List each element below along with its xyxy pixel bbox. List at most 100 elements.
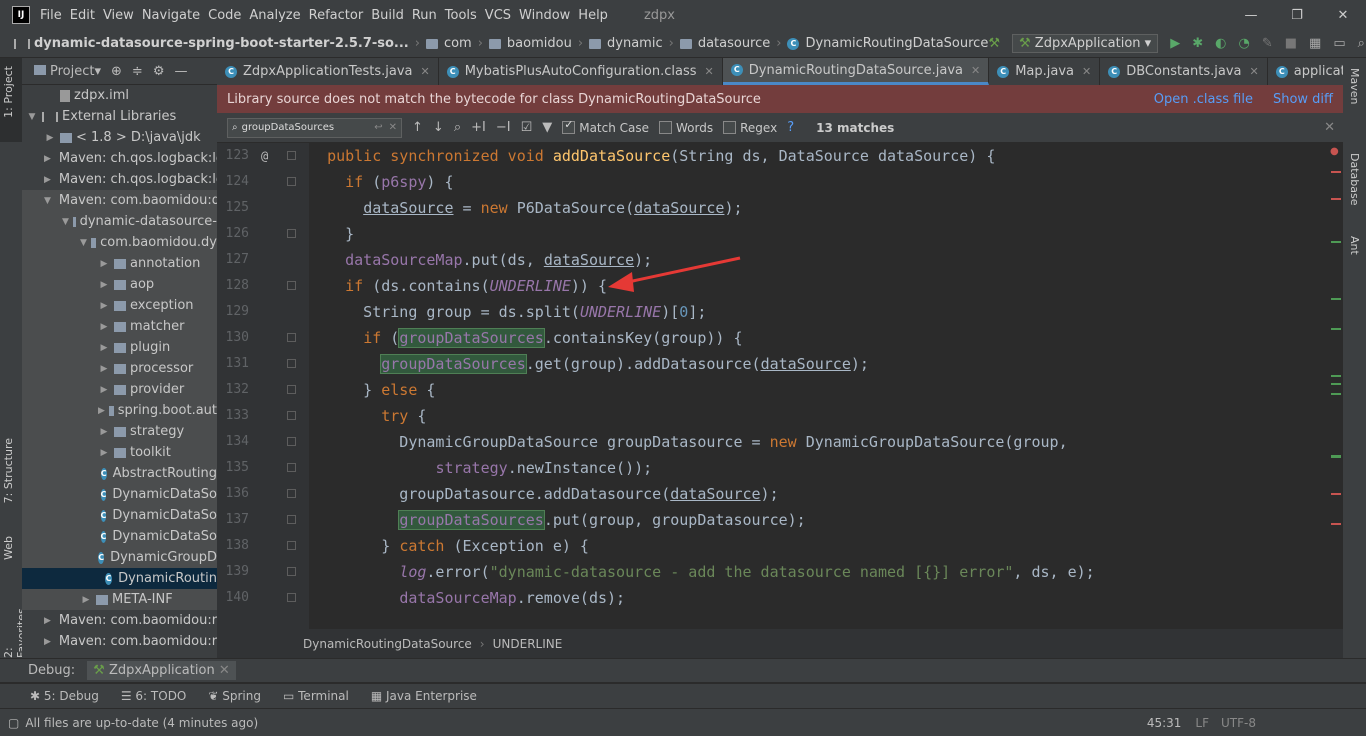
- line-number[interactable]: 136: [217, 481, 309, 507]
- collapsed-arrow-icon[interactable]: ▶: [44, 637, 51, 647]
- restore-icon[interactable]: ❐: [1274, 8, 1320, 23]
- close-session-icon[interactable]: ✕: [219, 663, 230, 678]
- editor-tab[interactable]: C DBConstants.java ✕: [1100, 58, 1268, 85]
- toolwin-spring[interactable]: ❦ Spring: [208, 689, 261, 703]
- breadcrumb-datasource[interactable]: datasource: [698, 36, 770, 51]
- expanded-arrow-icon[interactable]: ▼: [26, 112, 38, 122]
- file-encoding[interactable]: UTF-8: [1221, 716, 1256, 730]
- line-number[interactable]: 125: [217, 195, 309, 221]
- previous-occurrence-icon[interactable]: ↑: [412, 120, 423, 135]
- tree-item[interactable]: ▼ External Libraries: [22, 106, 217, 127]
- menu-file[interactable]: File: [40, 8, 70, 23]
- editor-crumb-class[interactable]: DynamicRoutingDataSource: [303, 637, 472, 651]
- line-number[interactable]: 135: [217, 455, 309, 481]
- fold-marker-icon[interactable]: [287, 177, 296, 186]
- presentation-icon[interactable]: ▭: [1333, 36, 1345, 51]
- editor-tab[interactable]: C Map.java ✕: [989, 58, 1101, 85]
- fold-marker-icon[interactable]: [287, 359, 296, 368]
- fold-marker-icon[interactable]: [287, 437, 296, 446]
- tab-maven[interactable]: Maven: [1348, 68, 1361, 104]
- add-selection-icon[interactable]: +Ⅰ: [471, 120, 486, 135]
- menu-tools[interactable]: Tools: [445, 8, 485, 23]
- tree-item[interactable]: ▶ spring.boot.aut: [22, 400, 217, 421]
- editor-tab[interactable]: Capplication.yml✕: [1268, 58, 1343, 85]
- expanded-arrow-icon[interactable]: ▼: [44, 196, 51, 206]
- close-icon[interactable]: ✕: [1320, 8, 1366, 23]
- tree-item[interactable]: C DynamicDataSo: [22, 526, 217, 547]
- collapsed-arrow-icon[interactable]: ▶: [44, 133, 56, 143]
- close-tab-icon[interactable]: ✕: [1082, 65, 1091, 78]
- menu-code[interactable]: Code: [208, 8, 249, 23]
- breadcrumb-dynamic[interactable]: dynamic: [607, 36, 663, 51]
- profile-icon[interactable]: ◔: [1238, 36, 1249, 51]
- locate-icon[interactable]: ⊕: [111, 64, 122, 79]
- regex-help-icon[interactable]: ?: [787, 120, 794, 135]
- breadcrumb-class[interactable]: DynamicRoutingDataSource: [805, 36, 988, 51]
- line-number[interactable]: 127: [217, 247, 309, 273]
- fold-marker-icon[interactable]: [287, 567, 296, 576]
- tree-item[interactable]: ▶ Maven: ch.qos.logback:lo: [22, 148, 217, 169]
- history-icon[interactable]: ↩: [374, 122, 382, 133]
- run-config-select[interactable]: ⚒ ZdpxApplication ▾: [1012, 34, 1159, 53]
- line-number[interactable]: 138: [217, 533, 309, 559]
- select-all-icon[interactable]: ☑: [521, 120, 533, 135]
- words-checkbox[interactable]: Words: [659, 121, 713, 135]
- menu-window[interactable]: Window: [519, 8, 578, 23]
- search-everywhere-icon[interactable]: ⌕: [1358, 36, 1365, 51]
- tree-item[interactable]: ▶ matcher: [22, 316, 217, 337]
- line-number[interactable]: 131: [217, 351, 309, 377]
- filter-icon[interactable]: ▼: [542, 120, 552, 135]
- tree-item[interactable]: C AbstractRouting: [22, 463, 217, 484]
- tree-item[interactable]: C DynamicRoutin: [22, 568, 217, 589]
- line-number[interactable]: 140: [217, 585, 309, 611]
- line-number[interactable]: 132: [217, 377, 309, 403]
- collapsed-arrow-icon[interactable]: ▶: [98, 427, 110, 437]
- clear-icon[interactable]: ✕: [389, 122, 397, 133]
- fold-marker-icon[interactable]: [287, 411, 296, 420]
- menu-refactor[interactable]: Refactor: [309, 8, 372, 23]
- find-all-icon[interactable]: ⌕: [454, 120, 461, 135]
- fold-marker-icon[interactable]: [287, 463, 296, 472]
- tab-project[interactable]: 1: Project: [2, 66, 15, 118]
- collapsed-arrow-icon[interactable]: ▶: [98, 364, 110, 374]
- project-view-select[interactable]: Project▾: [30, 64, 101, 79]
- tree-item[interactable]: ▶ Maven: com.baomidou:r: [22, 610, 217, 631]
- tree-item[interactable]: zdpx.iml: [22, 85, 217, 106]
- tree-item[interactable]: ▶ Maven: ch.qos.logback:lo: [22, 169, 217, 190]
- regex-checkbox[interactable]: Regex: [723, 121, 777, 135]
- tab-ant[interactable]: Ant: [1348, 236, 1361, 255]
- line-number[interactable]: 139: [217, 559, 309, 585]
- tree-item[interactable]: C DynamicDataSo: [22, 484, 217, 505]
- editor-crumb-field[interactable]: UNDERLINE: [493, 637, 563, 651]
- toolwin-debug[interactable]: ✱ 5: Debug: [30, 689, 99, 703]
- collapsed-arrow-icon[interactable]: ▶: [80, 595, 92, 605]
- collapsed-arrow-icon[interactable]: ▶: [98, 406, 105, 416]
- line-number[interactable]: 137: [217, 507, 309, 533]
- settings-gear-icon[interactable]: ⚙: [153, 64, 165, 79]
- collapsed-arrow-icon[interactable]: ▶: [98, 259, 110, 269]
- tree-item[interactable]: ▼ dynamic-datasource-: [22, 211, 217, 232]
- menu-view[interactable]: View: [103, 8, 142, 23]
- search-input[interactable]: ⌕ groupDataSources ↩ ✕: [227, 117, 402, 138]
- line-number[interactable]: 123 @: [217, 143, 309, 169]
- tree-item[interactable]: ▶ annotation: [22, 253, 217, 274]
- minimize-icon[interactable]: —: [1228, 8, 1274, 23]
- line-number[interactable]: 124: [217, 169, 309, 195]
- debug-icon[interactable]: ✱: [1192, 36, 1203, 51]
- close-tab-icon[interactable]: ✕: [971, 64, 980, 77]
- tree-item[interactable]: ▶ exception: [22, 295, 217, 316]
- menu-vcs[interactable]: VCS: [485, 8, 519, 23]
- code-editor[interactable]: public synchronized void addDataSource(S…: [309, 143, 1325, 629]
- fold-marker-icon[interactable]: [287, 593, 296, 602]
- collapsed-arrow-icon[interactable]: ▶: [98, 385, 110, 395]
- debug-session-tab[interactable]: ⚒ ZdpxApplication ✕: [87, 661, 236, 680]
- toolwin-java-enterprise[interactable]: ▦ Java Enterprise: [371, 689, 477, 703]
- tab-web[interactable]: Web: [2, 536, 15, 560]
- hide-icon[interactable]: —: [174, 64, 187, 79]
- editor-tab[interactable]: C DynamicRoutingDataSource.java ✕: [722, 58, 990, 85]
- line-number[interactable]: 126: [217, 221, 309, 247]
- menu-run[interactable]: Run: [412, 8, 445, 23]
- fold-marker-icon[interactable]: [287, 281, 296, 290]
- line-number[interactable]: 133: [217, 403, 309, 429]
- menu-edit[interactable]: Edit: [70, 8, 103, 23]
